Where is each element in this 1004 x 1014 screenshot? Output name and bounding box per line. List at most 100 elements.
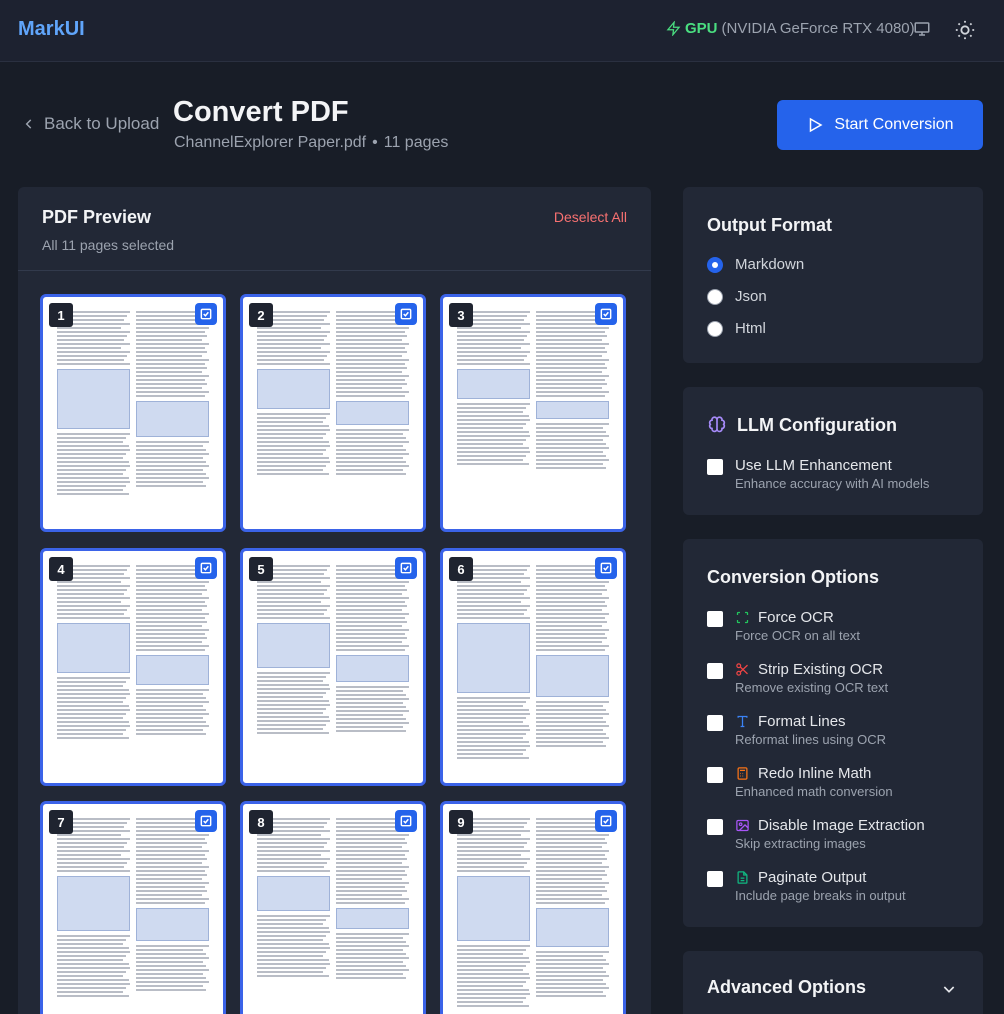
filename: ChannelExplorer Paper.pdf xyxy=(174,134,367,151)
llm-enhancement-option[interactable]: Use LLM Enhancement Enhance accuracy wit… xyxy=(707,457,929,491)
option-checkbox[interactable] xyxy=(707,715,723,731)
page-thumbnail[interactable]: 1 xyxy=(40,294,226,532)
page-thumbnail[interactable]: 7 xyxy=(40,801,226,1014)
advanced-options-card[interactable]: Advanced Options xyxy=(683,951,983,1014)
llm-config-card: LLM Configuration Use LLM Enhancement En… xyxy=(683,387,983,515)
option-label: Redo Inline Math xyxy=(758,765,872,782)
option-desc: Include page breaks in output xyxy=(735,888,906,903)
back-to-upload-link[interactable]: Back to Upload xyxy=(22,114,159,134)
page-thumbnail[interactable]: 4 xyxy=(40,548,226,786)
page-number-badge: 2 xyxy=(249,303,273,327)
option-label: Format Lines xyxy=(758,713,846,730)
format-option-json[interactable]: Json xyxy=(707,288,767,305)
page-content xyxy=(257,311,409,519)
option-label: Paginate Output xyxy=(758,869,867,886)
page-select-checkbox[interactable] xyxy=(395,810,417,832)
page-select-checkbox[interactable] xyxy=(595,557,617,579)
option-label-row: Format Lines xyxy=(735,713,886,730)
page-content xyxy=(57,311,209,519)
check-square-icon xyxy=(200,308,212,320)
file-text-icon xyxy=(737,871,748,884)
page-select-checkbox[interactable] xyxy=(395,557,417,579)
page-content xyxy=(457,818,609,1014)
option-checkbox[interactable] xyxy=(707,871,723,887)
calculator-icon xyxy=(737,767,748,780)
output-format-card: Output Format Markdown Json Html xyxy=(683,187,983,363)
option-label-row: Disable Image Extraction xyxy=(735,817,925,834)
format-label: Json xyxy=(735,288,767,305)
lightning-icon xyxy=(666,21,681,36)
conversion-option[interactable]: Strip Existing OCR Remove existing OCR te… xyxy=(707,661,888,695)
page-select-checkbox[interactable] xyxy=(195,557,217,579)
conversion-option[interactable]: Force OCR Force OCR on all text xyxy=(707,609,860,643)
start-conversion-button[interactable]: Start Conversion xyxy=(777,100,983,150)
check-square-icon xyxy=(400,308,412,320)
type-icon xyxy=(737,715,748,728)
top-bar: MarkUI GPU (NVIDIA GeForce RTX 4080) xyxy=(0,0,1004,62)
format-option-markdown[interactable]: Markdown xyxy=(707,256,804,273)
llm-title: LLM Configuration xyxy=(737,415,897,435)
llm-title-row: LLM Configuration xyxy=(707,415,897,436)
deselect-all-button[interactable]: Deselect All xyxy=(554,209,627,225)
format-option-html[interactable]: Html xyxy=(707,320,766,337)
option-label-row: Paginate Output xyxy=(735,869,906,886)
pdf-preview-panel: PDF Preview All 11 pages selected Desele… xyxy=(18,187,651,1014)
gpu-status: GPU (NVIDIA GeForce RTX 4080) xyxy=(666,20,915,37)
page-number-badge: 4 xyxy=(49,557,73,581)
option-desc: Remove existing OCR text xyxy=(735,680,889,695)
option-checkbox[interactable] xyxy=(707,663,723,679)
page-number-badge: 7 xyxy=(49,810,73,834)
option-label: Force OCR xyxy=(758,609,834,626)
radio-html[interactable] xyxy=(707,320,723,337)
preview-title: PDF Preview xyxy=(42,207,152,227)
radio-json[interactable] xyxy=(707,288,723,305)
option-desc: Reformat lines using OCR xyxy=(735,732,886,747)
scan-icon xyxy=(736,611,749,624)
advanced-title: Advanced Options xyxy=(707,977,867,997)
page-select-checkbox[interactable] xyxy=(395,303,417,325)
option-desc: Force OCR on all text xyxy=(735,628,860,643)
sun-icon[interactable] xyxy=(954,19,976,41)
output-format-title: Output Format xyxy=(707,215,832,235)
page-number-badge: 5 xyxy=(249,557,273,581)
page-select-checkbox[interactable] xyxy=(195,810,217,832)
page-select-checkbox[interactable] xyxy=(595,303,617,325)
conversion-option[interactable]: Redo Inline Math Enhanced math conversion xyxy=(707,765,893,799)
option-checkbox[interactable] xyxy=(707,819,723,835)
page-thumbnail[interactable]: 6 xyxy=(440,548,626,786)
conversion-option[interactable]: Disable Image Extraction Skip extracting … xyxy=(707,817,925,851)
page-select-checkbox[interactable] xyxy=(195,303,217,325)
page-select-checkbox[interactable] xyxy=(595,810,617,832)
chevron-left-icon xyxy=(25,119,32,129)
page-content xyxy=(257,565,409,773)
check-square-icon xyxy=(600,562,612,574)
option-checkbox[interactable] xyxy=(707,611,723,627)
check-square-icon xyxy=(200,562,212,574)
separator: • xyxy=(372,134,378,151)
page-thumbnail[interactable]: 3 xyxy=(440,294,626,532)
chevron-down-icon[interactable] xyxy=(941,981,957,997)
llm-option-desc: Enhance accuracy with AI models xyxy=(735,476,930,491)
check-square-icon xyxy=(400,562,412,574)
conversion-title: Conversion Options xyxy=(707,567,880,587)
app-logo[interactable]: MarkUI xyxy=(18,18,85,41)
conversion-option[interactable]: Format Lines Reformat lines using OCR xyxy=(707,713,886,747)
radio-markdown[interactable] xyxy=(707,256,723,273)
page-number-badge: 9 xyxy=(449,810,473,834)
llm-option-label: Use LLM Enhancement xyxy=(735,457,892,474)
page-content xyxy=(57,565,209,773)
page-thumbnail[interactable]: 9 xyxy=(440,801,626,1014)
option-checkbox[interactable] xyxy=(707,767,723,783)
conversion-option[interactable]: Paginate Output Include page breaks in ou… xyxy=(707,869,906,903)
page-thumbnail[interactable]: 2 xyxy=(240,294,426,532)
page-content xyxy=(457,565,609,773)
llm-enhancement-checkbox[interactable] xyxy=(707,459,723,475)
brain-icon xyxy=(708,415,726,432)
monitor-icon[interactable] xyxy=(913,20,931,38)
gpu-detail: (NVIDIA GeForce RTX 4080) xyxy=(721,20,915,37)
scissors-icon xyxy=(736,663,748,676)
gpu-label: GPU xyxy=(685,20,718,37)
page-thumbnail[interactable]: 8 xyxy=(240,801,426,1014)
page-thumbnail[interactable]: 5 xyxy=(240,548,426,786)
page-number-badge: 3 xyxy=(449,303,473,327)
